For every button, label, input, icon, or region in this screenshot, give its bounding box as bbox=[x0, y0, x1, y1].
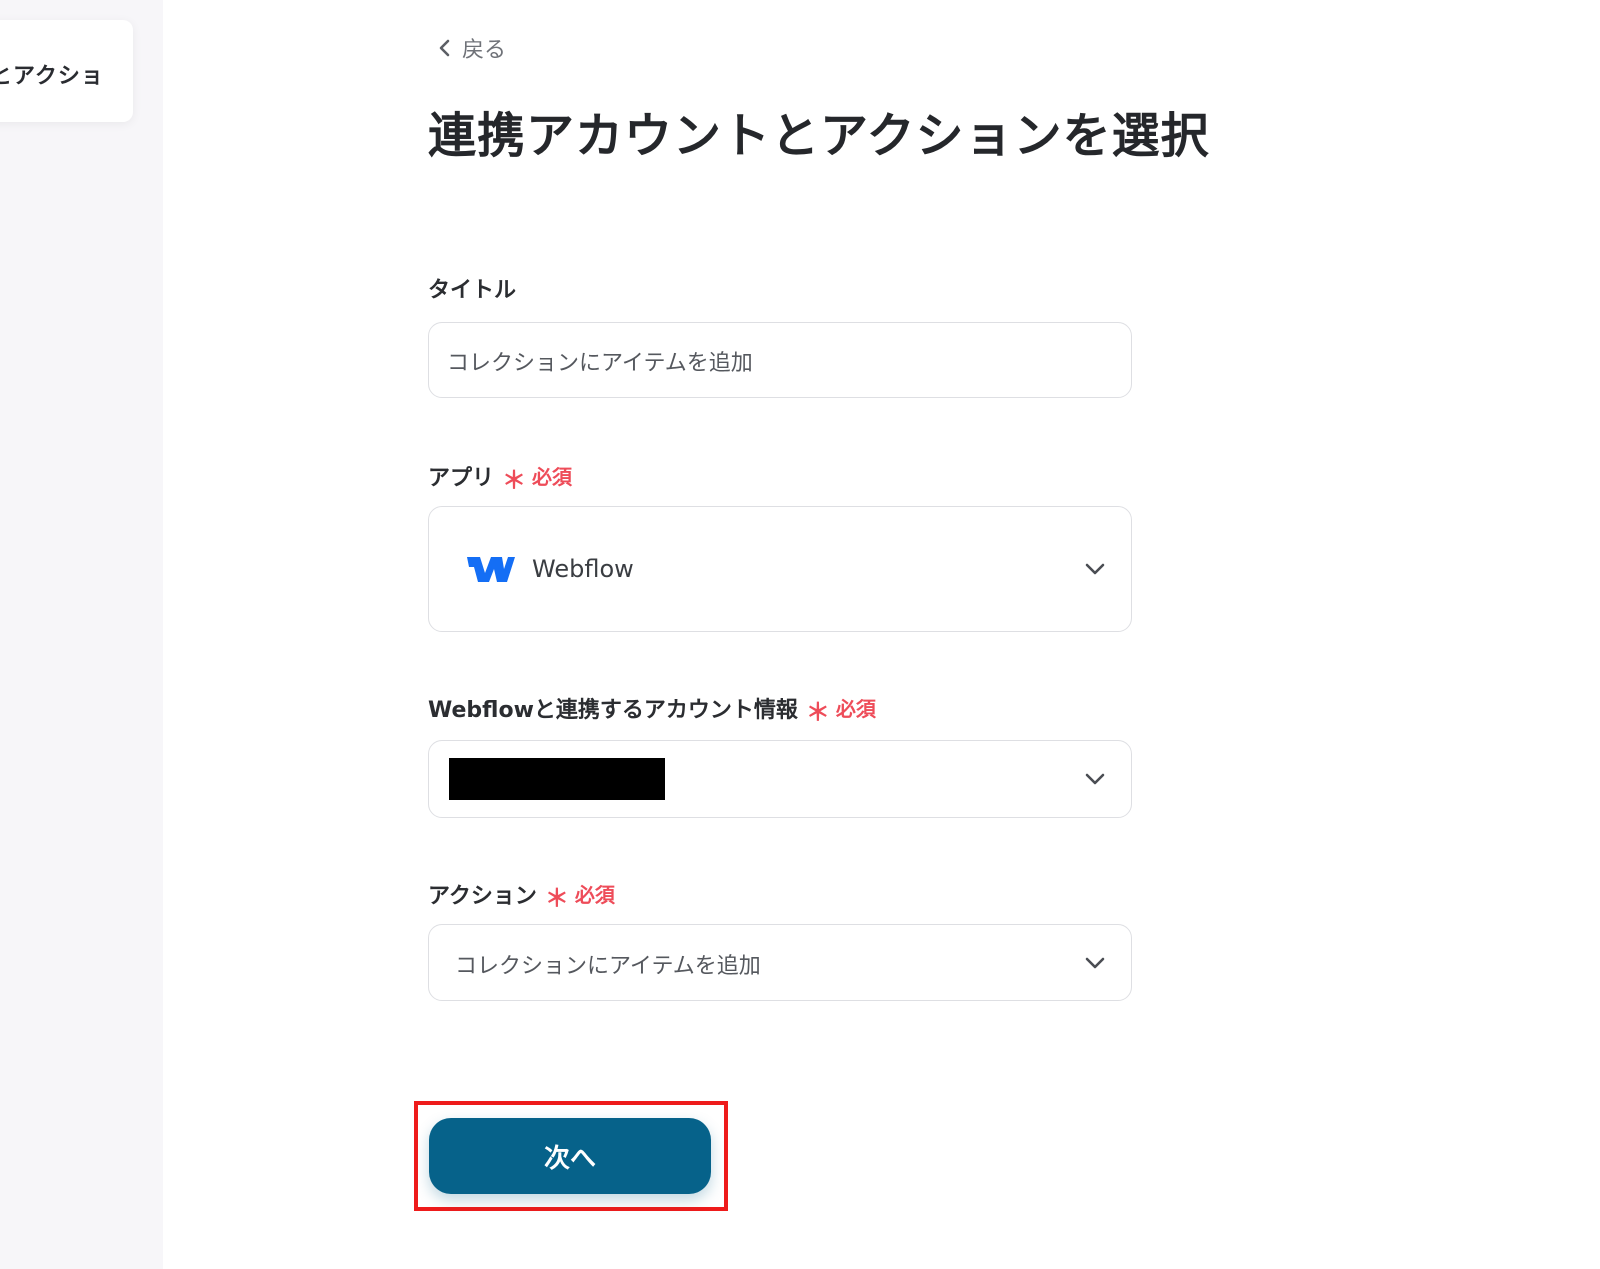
chevron-down-icon bbox=[1085, 773, 1105, 785]
account-field-label-text: Webflowと連携するアカウント情報 bbox=[428, 697, 798, 723]
title-field-label: タイトル bbox=[428, 272, 516, 304]
back-label: 戻る bbox=[462, 38, 507, 63]
title-input-value: コレクションにアイテムを追加 bbox=[447, 351, 753, 376]
action-select[interactable]: コレクションにアイテムを追加 bbox=[428, 924, 1132, 1001]
back-link[interactable]: 戻る bbox=[438, 32, 506, 64]
action-select-value: コレクションにアイテムを追加 bbox=[455, 954, 761, 979]
required-indicator: ＊ 必須 bbox=[805, 690, 876, 726]
chevron-left-icon bbox=[439, 39, 450, 57]
chevron-down-icon bbox=[1085, 957, 1105, 968]
chevron-down-icon bbox=[1085, 563, 1105, 575]
required-asterisk: ＊ bbox=[805, 698, 830, 726]
sidebar: とアクショ bbox=[0, 0, 163, 1269]
app-field-label: アプリ ＊ 必須 bbox=[428, 458, 573, 494]
title-input[interactable]: コレクションにアイテムを追加 bbox=[428, 322, 1132, 398]
page-title: 連携アカウントとアクションを選択 bbox=[428, 108, 1210, 164]
required-indicator: ＊ 必須 bbox=[544, 876, 615, 912]
sidebar-step-card[interactable]: とアクショ bbox=[0, 20, 133, 122]
app-select[interactable]: Webflow bbox=[428, 506, 1132, 632]
title-field-label-text: タイトル bbox=[428, 278, 517, 303]
required-asterisk: ＊ bbox=[544, 884, 569, 912]
next-button[interactable]: 次へ bbox=[429, 1118, 711, 1194]
app-select-value: Webflow bbox=[532, 555, 634, 583]
action-field-label-text: アクション bbox=[428, 883, 537, 909]
action-field-label: アクション ＊ 必須 bbox=[428, 876, 615, 912]
required-indicator: ＊ 必須 bbox=[502, 458, 573, 494]
redacted-account-value bbox=[449, 758, 665, 800]
account-field-label: Webflowと連携するアカウント情報 ＊ 必須 bbox=[428, 690, 876, 726]
account-select[interactable] bbox=[428, 740, 1132, 818]
webflow-logo-icon bbox=[467, 557, 515, 582]
app-field-label-text: アプリ bbox=[428, 465, 495, 491]
required-asterisk: ＊ bbox=[502, 466, 527, 494]
required-text: 必須 bbox=[574, 883, 615, 907]
sidebar-step-label: とアクショ bbox=[0, 64, 104, 89]
required-text: 必須 bbox=[532, 465, 573, 489]
required-text: 必須 bbox=[835, 697, 876, 721]
